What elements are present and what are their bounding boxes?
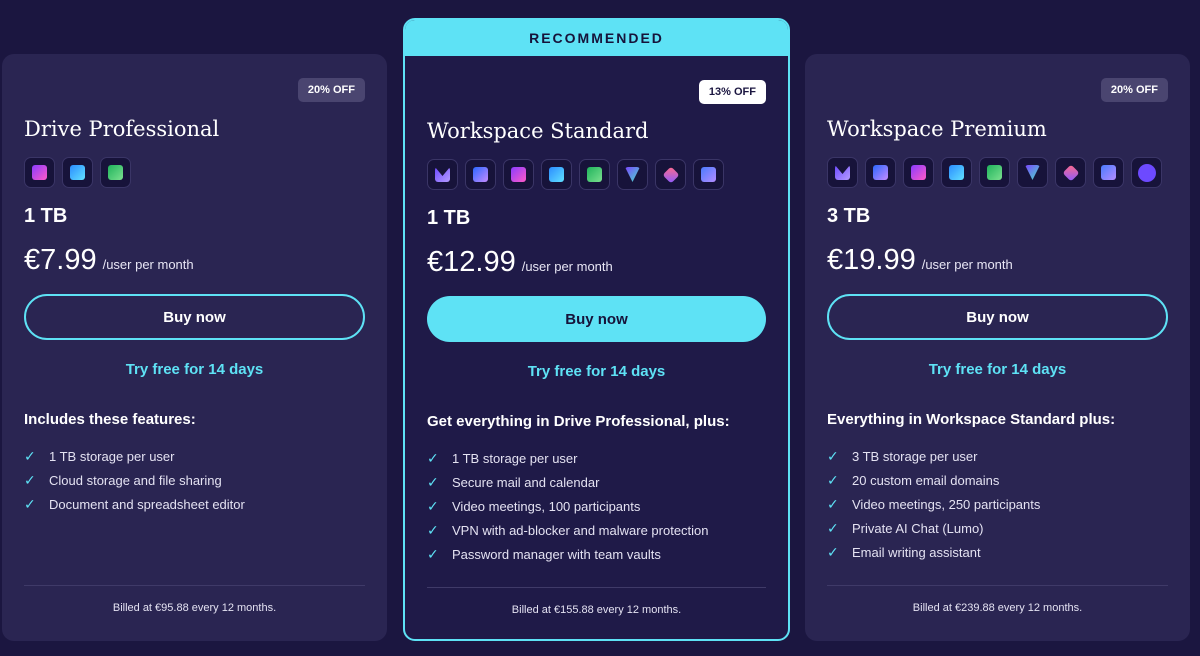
feature-item: ✓ Password manager with team vaults bbox=[427, 545, 661, 562]
plan-card-workspace-premium: 20% OFF Workspace Premium 3 TB €19.99 /u… bbox=[805, 54, 1190, 641]
features-heading: Includes these features: bbox=[24, 411, 196, 428]
lumo-app-icon bbox=[1131, 157, 1162, 188]
billing-note: Billed at €239.88 every 12 months. bbox=[912, 602, 1083, 614]
buy-now-button[interactable]: Buy now bbox=[827, 294, 1168, 340]
billing-note: Billed at €95.88 every 12 months. bbox=[112, 602, 277, 614]
check-icon: ✓ bbox=[427, 449, 439, 466]
vpn-app-icon bbox=[617, 159, 648, 190]
storage-amount: 3 TB bbox=[827, 205, 871, 227]
price: €7.99 bbox=[24, 244, 97, 276]
included-apps bbox=[427, 159, 724, 190]
calendar-app-icon bbox=[865, 157, 896, 188]
plan-card-drive-professional: 20% OFF Drive Professional 1 TB €7.99 /u… bbox=[2, 54, 387, 641]
plan-title: Drive Professional bbox=[24, 117, 220, 141]
check-icon: ✓ bbox=[427, 521, 439, 538]
price-row: €19.99 /user per month bbox=[827, 244, 1013, 277]
price: €12.99 bbox=[427, 246, 516, 278]
price: €19.99 bbox=[827, 244, 916, 276]
plan-card-workspace-standard: RECOMMENDED 13% OFF Workspace Standard 1… bbox=[403, 18, 790, 641]
feature-item: ✓ VPN with ad-blocker and malware protect… bbox=[427, 521, 709, 538]
check-icon: ✓ bbox=[24, 447, 36, 464]
divider bbox=[427, 587, 766, 588]
drive-app-icon bbox=[903, 157, 934, 188]
features-heading: Everything in Workspace Standard plus: bbox=[827, 411, 1116, 428]
price-row: €7.99 /user per month bbox=[24, 244, 194, 277]
calendar-app-icon bbox=[465, 159, 496, 190]
meet-app-icon bbox=[1093, 157, 1124, 188]
check-icon: ✓ bbox=[827, 495, 839, 512]
recommended-banner: RECOMMENDED bbox=[405, 20, 788, 56]
check-icon: ✓ bbox=[24, 471, 36, 488]
plan-title: Workspace Standard bbox=[427, 119, 649, 143]
included-apps bbox=[827, 157, 1162, 188]
free-trial-link[interactable]: Try free for 14 days bbox=[24, 361, 365, 378]
check-icon: ✓ bbox=[827, 519, 839, 536]
feature-item: ✓ Email writing assistant bbox=[827, 543, 981, 560]
docs-app-icon bbox=[941, 157, 972, 188]
docs-app-icon bbox=[541, 159, 572, 190]
drive-app-icon bbox=[24, 157, 55, 188]
billing-note: Billed at €155.88 every 12 months. bbox=[511, 604, 682, 616]
divider bbox=[24, 585, 365, 586]
included-apps bbox=[24, 157, 131, 188]
mail-app-icon bbox=[427, 159, 458, 190]
feature-item: ✓ Video meetings, 100 participants bbox=[427, 497, 641, 514]
check-icon: ✓ bbox=[427, 497, 439, 514]
sheets-app-icon bbox=[100, 157, 131, 188]
check-icon: ✓ bbox=[827, 447, 839, 464]
discount-badge: 20% OFF bbox=[297, 78, 365, 102]
plan-title: Workspace Premium bbox=[827, 117, 1047, 141]
feature-item: ✓ Private AI Chat (Lumo) bbox=[827, 519, 984, 536]
feature-item: ✓ Cloud storage and file sharing bbox=[24, 471, 222, 488]
free-trial-link[interactable]: Try free for 14 days bbox=[827, 361, 1168, 378]
feature-list: ✓ 3 TB storage per user ✓ 20 custom email … bbox=[827, 444, 1040, 564]
check-icon: ✓ bbox=[827, 543, 839, 560]
feature-list: ✓ 1 TB storage per user ✓ Secure mail and … bbox=[427, 446, 709, 566]
check-icon: ✓ bbox=[24, 495, 36, 512]
sheets-app-icon bbox=[579, 159, 610, 190]
check-icon: ✓ bbox=[427, 545, 439, 562]
check-icon: ✓ bbox=[827, 471, 839, 488]
storage-amount: 1 TB bbox=[427, 207, 471, 229]
pass-app-icon bbox=[1055, 157, 1086, 188]
buy-now-button[interactable]: Buy now bbox=[24, 294, 365, 340]
price-row: €12.99 /user per month bbox=[427, 246, 613, 279]
features-heading: Get everything in Drive Professional, pl… bbox=[427, 413, 730, 430]
drive-app-icon bbox=[503, 159, 534, 190]
vpn-app-icon bbox=[1017, 157, 1048, 188]
pass-app-icon bbox=[655, 159, 686, 190]
divider bbox=[827, 585, 1168, 586]
feature-item: ✓ Document and spreadsheet editor bbox=[24, 495, 245, 512]
storage-amount: 1 TB bbox=[24, 205, 68, 227]
check-icon: ✓ bbox=[427, 473, 439, 490]
price-period: /user per month bbox=[921, 257, 1013, 272]
free-trial-link[interactable]: Try free for 14 days bbox=[427, 363, 766, 380]
feature-list: ✓ 1 TB storage per user ✓ Cloud storage an… bbox=[24, 444, 245, 516]
feature-item: ✓ 1 TB storage per user bbox=[427, 449, 578, 466]
price-period: /user per month bbox=[521, 259, 613, 274]
feature-item: ✓ Video meetings, 250 participants bbox=[827, 495, 1041, 512]
feature-item: ✓ 20 custom email domains bbox=[827, 471, 1000, 488]
discount-badge: 20% OFF bbox=[1100, 78, 1168, 102]
feature-item: ✓ Secure mail and calendar bbox=[427, 473, 600, 490]
meet-app-icon bbox=[693, 159, 724, 190]
mail-app-icon bbox=[827, 157, 858, 188]
price-period: /user per month bbox=[102, 257, 194, 272]
docs-app-icon bbox=[62, 157, 93, 188]
discount-badge: 13% OFF bbox=[698, 80, 766, 104]
feature-item: ✓ 3 TB storage per user bbox=[827, 447, 978, 464]
buy-now-button[interactable]: Buy now bbox=[427, 296, 766, 342]
feature-item: ✓ 1 TB storage per user bbox=[24, 447, 175, 464]
sheets-app-icon bbox=[979, 157, 1010, 188]
